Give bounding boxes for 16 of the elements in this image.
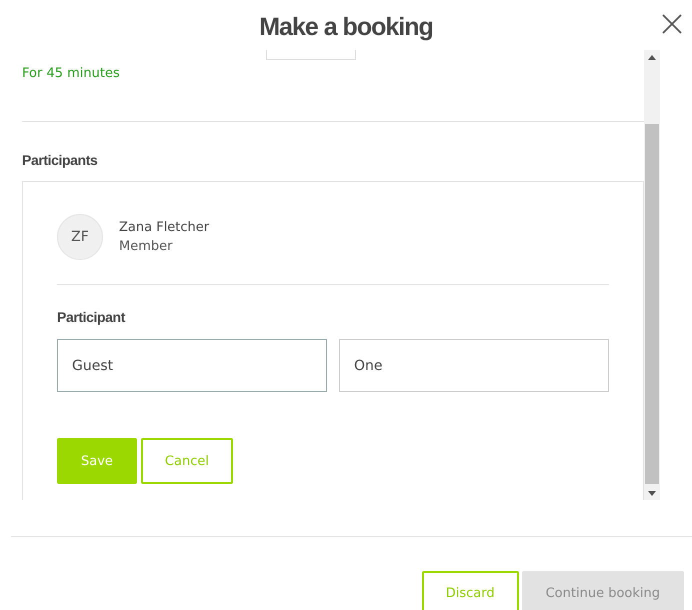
scroll-up-icon[interactable] bbox=[648, 54, 656, 60]
dialog-title: Make a booking bbox=[259, 12, 433, 42]
avatar-initials: ZF bbox=[57, 214, 103, 260]
field-label: Participant bbox=[57, 309, 126, 327]
discard-button[interactable]: Discard bbox=[422, 571, 519, 610]
member-name: Zana Fletcher bbox=[119, 220, 210, 235]
scrollbar[interactable] bbox=[644, 50, 660, 500]
text-field[interactable]: One bbox=[339, 339, 609, 392]
scroll-down-icon[interactable] bbox=[648, 490, 656, 496]
text-field[interactable]: Guest bbox=[57, 339, 327, 392]
section-heading: Participants bbox=[22, 152, 98, 170]
close-icon[interactable] bbox=[662, 14, 682, 34]
cancel-button[interactable]: Cancel bbox=[140, 438, 233, 484]
save-button[interactable]: Save bbox=[57, 438, 137, 484]
duration-text: For 45 minutes bbox=[22, 65, 121, 83]
member-role: Member bbox=[119, 239, 174, 254]
